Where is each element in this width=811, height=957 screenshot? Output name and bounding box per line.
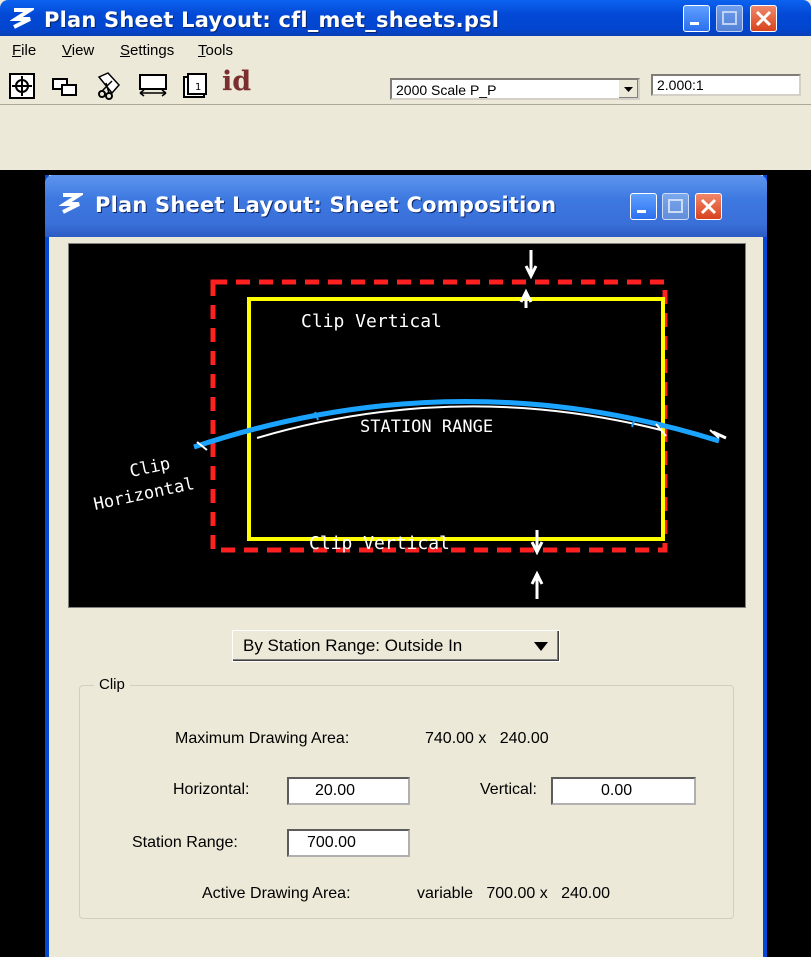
vertical-label: Vertical: [480,781,537,798]
scale-ratio-value: 2.000:1 [657,77,704,93]
minimize-icon [690,22,699,25]
sheet-diagram: Clip Vertical Clip Vertical STATION RANG… [92,250,727,599]
station-range-input-value: 700.00 [307,834,356,851]
vertical-input-value: 0.00 [601,782,633,799]
sheet-composition-window: Plan Sheet Layout: Sheet Composition Cli… [45,175,767,957]
toolbar: 1 id 2000 Scale P_P 2.000:1 [0,66,811,105]
cut-sheet-icon[interactable] [94,71,124,101]
svg-text:1: 1 [195,82,201,93]
menu-tools[interactable]: Tools [198,42,233,59]
app-logo-icon [59,193,83,214]
horizontal-input-value: 20.00 [315,782,356,799]
maximize-icon [668,199,683,213]
scale-ratio-field[interactable]: 2.000:1 [651,74,801,96]
inner-maximize-button[interactable] [662,193,689,220]
minimize-icon [637,210,646,213]
horizontal-label: Horizontal: [173,781,250,798]
horizontal-input[interactable]: 20.00 [287,777,410,805]
active-drawing-area-label: Active Drawing Area: [202,885,351,902]
active-drawing-area-value: variable 700.00 x 240.00 [417,885,611,902]
clip-vertical-bottom-label: Clip Vertical [309,533,450,554]
inner-window-title: Plan Sheet Layout: Sheet Composition [95,193,557,217]
bottom-arrow-up [530,570,544,599]
station-range-input[interactable]: 700.00 [287,829,410,857]
menu-bar: File View Settings Tools [0,36,811,66]
clip-horizontal-label-2: Horizontal [92,474,196,515]
menu-settings[interactable]: Settings [120,42,174,59]
max-drawing-area-value: 740.00 x 240.00 [425,730,549,747]
max-drawing-area-label: Maximum Drawing Area: [175,730,350,747]
select-target-icon[interactable] [7,71,37,101]
scale-combo-value: 2000 Scale P_P [396,82,497,98]
outer-window-title: Plan Sheet Layout: cfl_met_sheets.psl [44,8,500,32]
close-icon [700,198,717,215]
id-tool-icon[interactable]: id [222,66,251,97]
clip-mode-dropdown[interactable]: By Station Range: Outside In [232,630,560,662]
menu-view[interactable]: View [62,42,94,59]
clip-mode-label: By Station Range: Outside In [243,636,463,655]
top-arrow-up [519,288,533,308]
chevron-down-icon [624,87,633,92]
station-range-label: STATION RANGE [360,417,493,437]
scale-combo[interactable]: 2000 Scale P_P [390,78,640,100]
close-icon [755,10,772,27]
top-arrow-down [524,250,538,280]
sheet-preview-canvas: Clip Vertical Clip Vertical STATION RANG… [68,243,746,608]
sheet-number-icon[interactable]: 1 [180,71,210,101]
chevron-down-icon [534,642,548,651]
sheet-blocks-icon[interactable] [50,71,80,101]
station-range-field-label: Station Range: [132,834,238,851]
outer-window: Plan Sheet Layout: cfl_met_sheets.psl Fi… [0,0,811,170]
clip-vertical-top-label: Clip Vertical [301,311,442,332]
inner-minimize-button[interactable] [630,193,657,220]
clip-group-legend: Clip [94,676,130,693]
sheet-width-icon[interactable] [138,71,168,101]
scale-combo-arrow[interactable] [618,80,638,98]
maximize-icon [722,11,737,25]
outer-title-bar[interactable]: Plan Sheet Layout: cfl_met_sheets.psl [0,0,811,36]
clip-group: Clip Maximum Drawing Area: 740.00 x 240.… [79,676,734,919]
app-logo-icon [10,8,34,29]
close-button[interactable] [750,5,777,32]
minimize-button[interactable] [683,5,710,32]
maximize-button[interactable] [716,5,743,32]
menu-file[interactable]: File [12,42,36,59]
inner-title-bar[interactable]: Plan Sheet Layout: Sheet Composition [45,175,767,237]
inner-close-button[interactable] [695,193,722,220]
clip-horizontal-label-1: Clip [128,454,172,482]
vertical-input[interactable]: 0.00 [551,777,696,805]
